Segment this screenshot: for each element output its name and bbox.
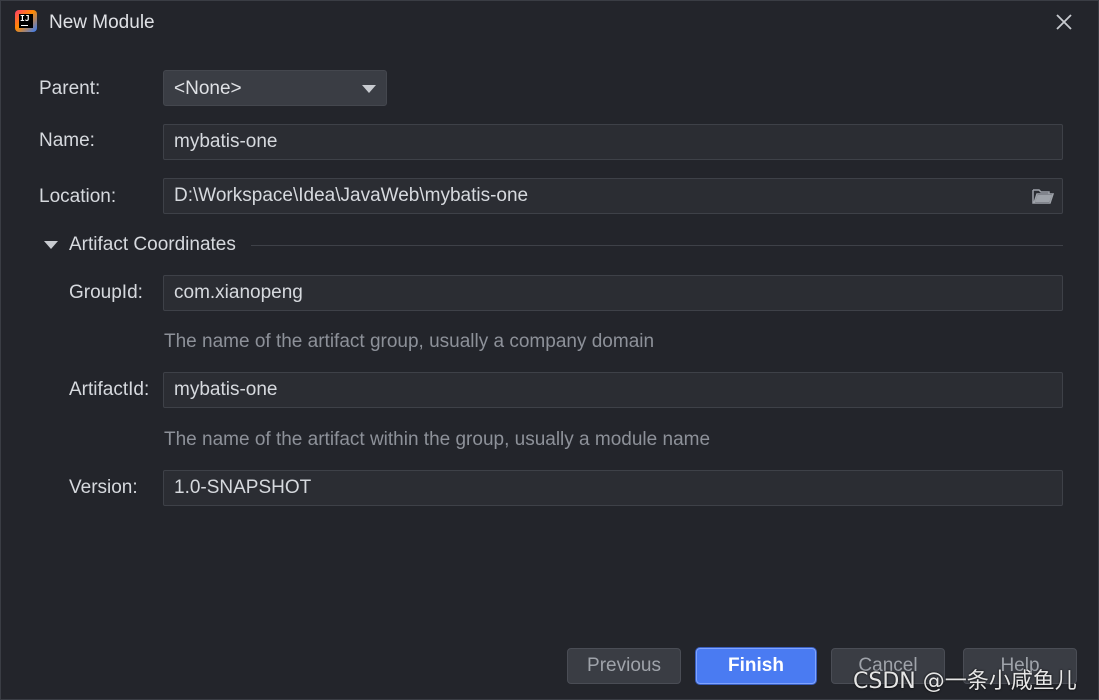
groupid-label: GroupId: <box>69 282 143 303</box>
close-icon[interactable] <box>1051 9 1077 35</box>
artifactid-input[interactable]: mybatis-one <box>163 372 1063 408</box>
groupid-input-value: com.xianopeng <box>174 282 303 303</box>
version-input-value: 1.0-SNAPSHOT <box>174 477 312 498</box>
previous-button[interactable]: Previous <box>567 648 681 684</box>
title-bar: IJ New Module <box>1 1 1098 45</box>
groupid-hint: The name of the artifact group, usually … <box>164 331 655 352</box>
collapse-triangle-icon[interactable] <box>44 241 58 249</box>
name-input[interactable]: mybatis-one <box>163 124 1063 160</box>
location-input[interactable]: D:\Workspace\Idea\JavaWeb\mybatis-one <box>163 178 1063 214</box>
parent-select-value: <None> <box>174 78 242 99</box>
dialog-title: New Module <box>49 12 155 33</box>
name-label: Name: <box>39 130 95 151</box>
location-label: Location: <box>39 186 117 207</box>
groupid-input[interactable]: com.xianopeng <box>163 275 1063 311</box>
artifactid-input-value: mybatis-one <box>174 379 278 400</box>
watermark: CSDN @一条小咸鱼儿 <box>853 669 1077 694</box>
new-module-dialog: IJ New Module Parent: <None> Name: mybat… <box>0 0 1099 700</box>
folder-open-icon[interactable] <box>1032 187 1055 205</box>
chevron-down-icon <box>362 85 376 93</box>
location-input-value: D:\Workspace\Idea\JavaWeb\mybatis-one <box>174 185 529 206</box>
artifactid-label: ArtifactId: <box>69 379 150 400</box>
version-input[interactable]: 1.0-SNAPSHOT <box>163 470 1063 506</box>
name-input-value: mybatis-one <box>174 131 278 152</box>
artifact-coordinates-section[interactable]: Artifact Coordinates <box>43 233 1063 259</box>
artifactid-hint: The name of the artifact within the grou… <box>164 429 711 450</box>
section-title: Artifact Coordinates <box>69 234 236 255</box>
parent-label: Parent: <box>39 78 101 99</box>
version-label: Version: <box>69 477 138 498</box>
parent-select[interactable]: <None> <box>163 70 387 106</box>
intellij-idea-icon: IJ <box>15 10 37 32</box>
section-divider <box>251 245 1063 246</box>
finish-button[interactable]: Finish <box>696 648 816 684</box>
